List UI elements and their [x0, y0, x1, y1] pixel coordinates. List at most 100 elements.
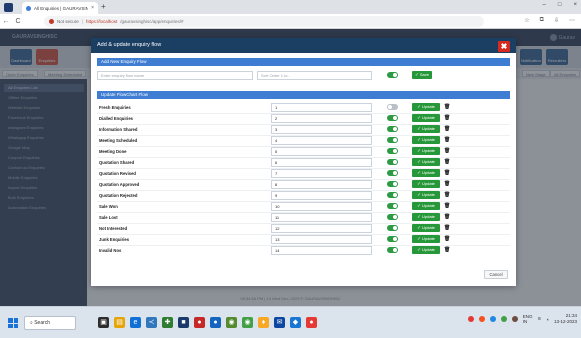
clock[interactable]: 21:34 13-12-2023: [554, 313, 577, 325]
flow-row-toggle[interactable]: [387, 192, 398, 198]
cancel-button[interactable]: Cancel: [484, 270, 508, 279]
flow-row-toggle[interactable]: [387, 170, 398, 176]
flow-row-update-button[interactable]: ✓ Update: [412, 235, 440, 243]
delete-icon[interactable]: 🗑: [444, 115, 450, 121]
delete-icon[interactable]: 🗑: [444, 159, 450, 165]
flow-row-order-input[interactable]: 6: [271, 158, 372, 167]
delete-icon[interactable]: 🗑: [444, 225, 450, 231]
tab-close-icon[interactable]: ×: [91, 5, 94, 11]
flow-row-order-input[interactable]: 2: [271, 114, 372, 123]
delete-icon[interactable]: 🗑: [444, 203, 450, 209]
delete-icon[interactable]: 🗑: [444, 236, 450, 242]
flow-row-toggle[interactable]: [387, 181, 398, 187]
extensions-icon[interactable]: ⧉: [540, 17, 544, 24]
back-button[interactable]: ←: [0, 18, 12, 25]
delete-icon[interactable]: 🗑: [444, 137, 450, 143]
tray-icon[interactable]: [478, 316, 485, 322]
delete-icon[interactable]: 🗑: [444, 247, 450, 253]
app-icon[interactable]: ◉: [242, 317, 253, 328]
menu-dots-icon[interactable]: ⋯: [569, 17, 575, 24]
chrome-icon[interactable]: ◉: [226, 317, 237, 328]
app-icon[interactable]: ♦: [258, 317, 269, 328]
save-button[interactable]: ✓ Save: [412, 71, 432, 79]
app-icon[interactable]: ■: [178, 317, 189, 328]
flow-row-order-input[interactable]: 12: [271, 224, 372, 233]
flow-row-update-button[interactable]: ✓ Update: [412, 147, 440, 155]
new-flow-toggle[interactable]: [387, 72, 398, 78]
tray-icon[interactable]: [489, 316, 496, 322]
flow-row-update-button[interactable]: ✓ Update: [412, 125, 440, 133]
flow-row-update-button[interactable]: ✓ Update: [412, 202, 440, 210]
taskbar-search[interactable]: ⌕ Search: [24, 316, 76, 330]
tray-icon[interactable]: [511, 316, 518, 322]
maximize-button[interactable]: □: [558, 2, 562, 8]
file-explorer-icon[interactable]: ▤: [114, 317, 125, 328]
flow-row-order-input[interactable]: 11: [271, 213, 372, 222]
edge-icon[interactable]: e: [130, 317, 141, 328]
flow-row-toggle[interactable]: [387, 115, 398, 121]
app-icon[interactable]: ●: [194, 317, 205, 328]
flow-row-toggle[interactable]: [387, 203, 398, 209]
flow-row-order-input[interactable]: 4: [271, 136, 372, 145]
flow-row-order-input[interactable]: 5: [271, 147, 372, 156]
volume-icon[interactable]: ◖: [546, 317, 549, 322]
flow-row-toggle[interactable]: [387, 159, 398, 165]
delete-icon[interactable]: 🗑: [444, 126, 450, 132]
flow-row-update-button[interactable]: ✓ Update: [412, 224, 440, 232]
flow-row-toggle[interactable]: [387, 236, 398, 242]
windows-start-icon[interactable]: [8, 318, 18, 328]
app-icon[interactable]: ✚: [162, 317, 173, 328]
flow-row-toggle[interactable]: [387, 104, 398, 110]
delete-icon[interactable]: 🗑: [444, 214, 450, 220]
flow-row-update-button[interactable]: ✓ Update: [412, 246, 440, 254]
flow-row-toggle[interactable]: [387, 247, 398, 253]
new-tab-button[interactable]: +: [101, 3, 106, 11]
reload-button[interactable]: C: [12, 18, 24, 25]
delete-icon[interactable]: 🗑: [444, 170, 450, 176]
browser-tab[interactable]: All Enquiries | GAURAVSINGHISC ×: [22, 2, 98, 14]
flow-row-update-button[interactable]: ✓ Update: [412, 180, 440, 188]
app-icon[interactable]: ●: [210, 317, 221, 328]
close-window-button[interactable]: ×: [573, 2, 577, 8]
tray-icon[interactable]: [500, 316, 507, 322]
download-icon[interactable]: ⇩: [554, 17, 559, 24]
flow-row-order-input[interactable]: 7: [271, 169, 372, 178]
flow-row-order-input[interactable]: 10: [271, 202, 372, 211]
flow-row-update-button[interactable]: ✓ Update: [412, 103, 440, 111]
flow-row-toggle[interactable]: [387, 126, 398, 132]
app-icon[interactable]: ●: [306, 317, 317, 328]
flow-row-order-input[interactable]: 9: [271, 191, 372, 200]
flow-row-update-button[interactable]: ✓ Update: [412, 114, 440, 122]
flow-row-update-button[interactable]: ✓ Update: [412, 158, 440, 166]
minimize-button[interactable]: –: [543, 2, 546, 8]
url-input[interactable]: Not secure | https://localhost/gauravsin…: [44, 16, 484, 27]
flow-row-toggle[interactable]: [387, 137, 398, 143]
flow-name-input[interactable]: Enter enquiry flow name: [97, 71, 253, 80]
flow-row-order-input[interactable]: 3: [271, 125, 372, 134]
teams-icon[interactable]: ◆: [290, 317, 301, 328]
flow-row-order-input[interactable]: 13: [271, 235, 372, 244]
sort-order-input[interactable]: Sort Order 1 to -: [257, 71, 372, 80]
mail-icon[interactable]: ✉: [274, 317, 285, 328]
flow-row-update-button[interactable]: ✓ Update: [412, 191, 440, 199]
delete-icon[interactable]: 🗑: [444, 104, 450, 110]
flow-row-toggle[interactable]: [387, 148, 398, 154]
flow-row-update-button[interactable]: ✓ Update: [412, 213, 440, 221]
flow-row-order-input[interactable]: 8: [271, 180, 372, 189]
flow-row-toggle[interactable]: [387, 225, 398, 231]
wifi-icon[interactable]: ≋: [537, 316, 541, 322]
flow-row-update-button[interactable]: ✓ Update: [412, 169, 440, 177]
delete-icon[interactable]: 🗑: [444, 181, 450, 187]
flow-row-order-input[interactable]: 1: [271, 103, 372, 112]
flow-row-order-input[interactable]: 14: [271, 246, 372, 255]
favorite-star-icon[interactable]: ☆: [524, 17, 529, 24]
tray-icon[interactable]: [467, 316, 474, 322]
task-view-icon[interactable]: ▣: [98, 317, 109, 328]
browser-profile-icon[interactable]: [4, 3, 13, 12]
flow-row-update-button[interactable]: ✓ Update: [412, 136, 440, 144]
flow-row-toggle[interactable]: [387, 214, 398, 220]
delete-icon[interactable]: 🗑: [444, 148, 450, 154]
delete-icon[interactable]: 🗑: [444, 192, 450, 198]
vscode-icon[interactable]: ≺: [146, 317, 157, 328]
language-indicator[interactable]: ENG IN: [523, 314, 533, 324]
